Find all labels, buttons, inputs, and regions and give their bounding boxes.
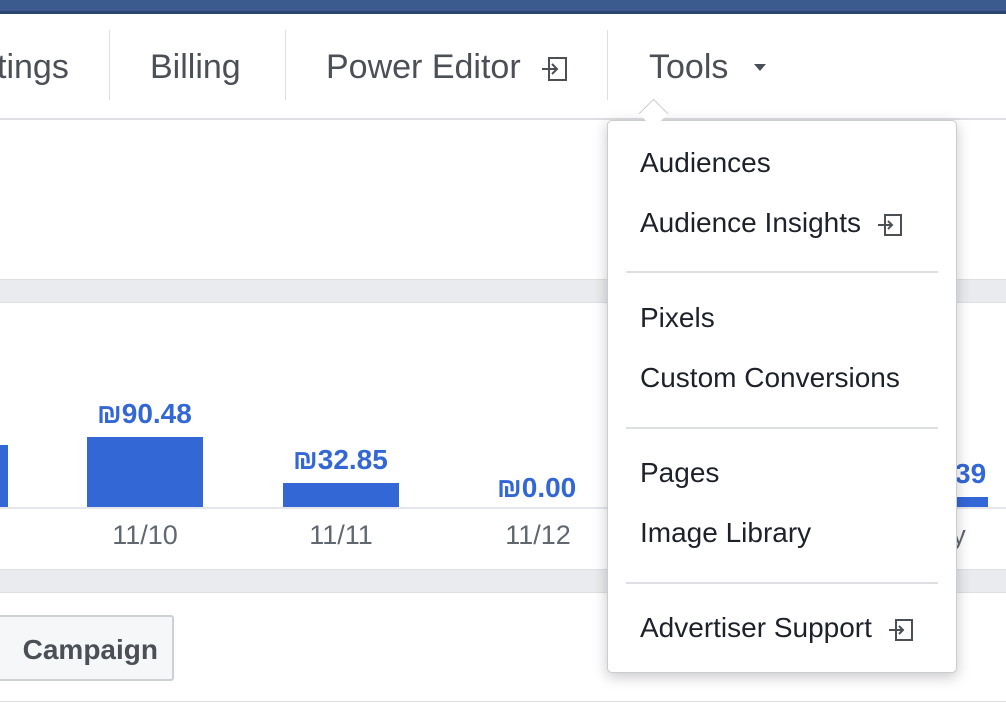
- nav-tab-settings-label: tings: [0, 48, 69, 86]
- chart-x-tick: 11/11: [309, 520, 373, 550]
- nav-tab-billing-label: Billing: [150, 48, 241, 86]
- menu-separator: [626, 427, 938, 429]
- nav-tab-tools[interactable]: Tools: [649, 14, 766, 118]
- nav-separator: [109, 30, 110, 100]
- menu-item-pages[interactable]: Pages: [640, 457, 719, 489]
- chart-data-label: ₪90.48: [97, 398, 192, 429]
- menu-separator: [626, 271, 938, 273]
- external-link-icon: [877, 213, 902, 236]
- chart-bar-prev: [0, 445, 8, 508]
- chart-x-tick: 11/12: [505, 520, 571, 550]
- chart-bar-11-10: [87, 437, 203, 508]
- nav-tab-tools-label: Tools: [649, 48, 729, 86]
- external-link-icon: [542, 57, 568, 82]
- chart-data-label: 39: [955, 458, 987, 489]
- chart-data-label: ₪32.85: [293, 444, 388, 475]
- tools-dropdown-menu: Audiences Audience Insights Pixels Custo…: [607, 120, 957, 673]
- external-link-icon: [888, 618, 913, 641]
- table-divider: [0, 701, 1006, 702]
- menu-separator: [626, 582, 938, 584]
- nav-tab-settings[interactable]: tings: [0, 14, 69, 118]
- nav-separator: [285, 30, 286, 100]
- menu-item-advertiser-support-label: Advertiser Support: [640, 612, 872, 643]
- nav-separator: [607, 30, 608, 100]
- chart-data-label: ₪0.00: [497, 472, 577, 503]
- nav-tab-billing[interactable]: Billing: [150, 14, 241, 118]
- menu-item-audience-insights-label: Audience Insights: [640, 207, 862, 238]
- chevron-down-icon: [753, 63, 766, 71]
- menu-item-pixels[interactable]: Pixels: [640, 302, 715, 334]
- menu-item-audiences[interactable]: Audiences: [640, 147, 771, 179]
- ads-manager-nav: tings Billing Power Editor Tools: [0, 14, 1006, 120]
- nav-tab-power-editor-label: Power Editor: [326, 48, 521, 86]
- menu-item-advertiser-support[interactable]: Advertiser Support: [640, 612, 914, 644]
- create-campaign-button[interactable]: Campaign: [0, 615, 174, 681]
- chart-bar-11-11: [283, 483, 399, 508]
- menu-item-image-library[interactable]: Image Library: [640, 517, 811, 549]
- create-campaign-label: Campaign: [22, 634, 158, 665]
- chart-x-tick: 11/10: [112, 520, 178, 550]
- menu-item-audience-insights[interactable]: Audience Insights: [640, 207, 903, 239]
- top-header-bar: [0, 0, 1006, 11]
- nav-tab-power-editor[interactable]: Power Editor: [326, 14, 568, 118]
- menu-item-custom-conversions[interactable]: Custom Conversions: [640, 362, 900, 394]
